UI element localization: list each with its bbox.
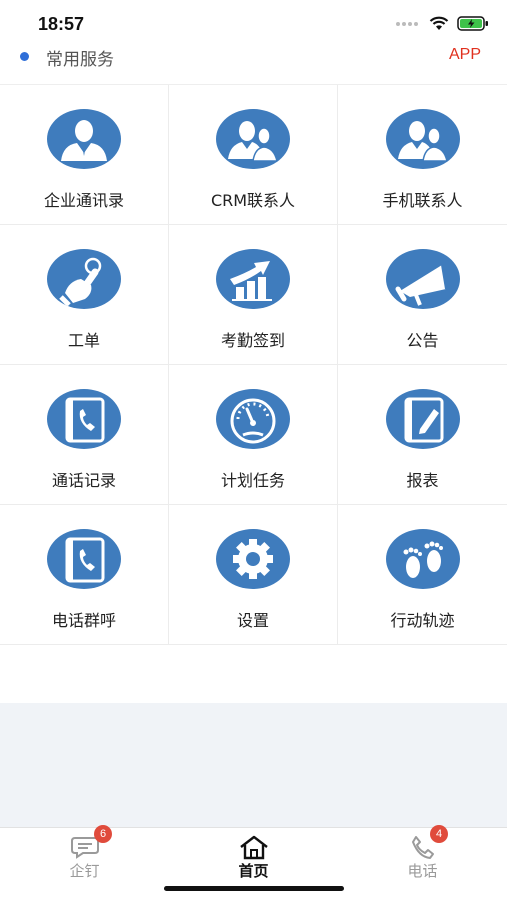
service-label: CRM联系人 xyxy=(210,191,296,210)
service-group-call[interactable]: 电话群呼 xyxy=(0,505,169,645)
person-icon xyxy=(47,109,121,169)
tab-label: 电话 xyxy=(407,862,438,880)
gear-icon xyxy=(216,529,290,589)
services-grid: 企业通讯录 CRM联系人 手机联系人 工单 考勤签到 公告 通话记录 计划任务 … xyxy=(0,84,507,646)
service-label: 行动轨迹 xyxy=(390,611,455,630)
service-enterprise-directory[interactable]: 企业通讯录 xyxy=(0,85,169,225)
signal-dots-icon xyxy=(396,21,418,26)
status-time: 18:57 xyxy=(38,14,85,34)
tab-label: 首页 xyxy=(238,862,269,880)
service-announcement[interactable]: 公告 xyxy=(338,225,507,365)
tab-label: 企钉 xyxy=(69,862,100,880)
section-dot xyxy=(20,52,29,61)
contacts-icon xyxy=(385,109,460,169)
home-indicator xyxy=(164,886,344,891)
service-label: 电话群呼 xyxy=(51,611,116,630)
service-settings[interactable]: 设置 xyxy=(169,505,338,645)
section-header: 常用服务 APP xyxy=(0,40,507,74)
home-icon xyxy=(239,835,268,860)
service-attendance[interactable]: 考勤签到 xyxy=(169,225,338,365)
service-label: 企业通讯录 xyxy=(43,191,124,210)
megaphone-icon xyxy=(385,249,460,309)
service-work-order[interactable]: 工单 xyxy=(0,225,169,365)
tab-qiding[interactable]: 6 企钉 xyxy=(0,825,169,900)
service-label: 公告 xyxy=(406,331,439,350)
service-label: 设置 xyxy=(236,611,269,630)
service-label: 计划任务 xyxy=(220,471,285,490)
service-planned-tasks[interactable]: 计划任务 xyxy=(169,365,338,505)
service-phone-contacts[interactable]: 手机联系人 xyxy=(338,85,507,225)
status-icons xyxy=(395,16,489,31)
service-label: 报表 xyxy=(406,471,439,490)
phone-book-icon xyxy=(47,529,121,589)
service-reports[interactable]: 报表 xyxy=(338,365,507,505)
service-crm-contacts[interactable]: CRM联系人 xyxy=(169,85,338,225)
section-title: 常用服务 xyxy=(46,50,114,70)
service-label: 手机联系人 xyxy=(382,191,463,210)
service-track[interactable]: 行动轨迹 xyxy=(338,505,507,645)
empty-area xyxy=(0,703,507,827)
service-call-log[interactable]: 通话记录 xyxy=(0,365,169,505)
unread-badge: 6 xyxy=(94,825,112,843)
wifi-icon xyxy=(429,16,449,30)
gauge-icon xyxy=(216,389,290,449)
service-label: 通话记录 xyxy=(51,471,116,490)
service-label: 考勤签到 xyxy=(220,331,285,350)
phone-book-icon xyxy=(47,389,121,449)
status-bar: 18:57 xyxy=(0,0,507,44)
hand-pointer-icon xyxy=(47,249,121,309)
edit-book-icon xyxy=(385,389,460,449)
app-link[interactable]: APP xyxy=(449,46,481,64)
contacts-icon xyxy=(216,109,290,169)
battery-charging-icon xyxy=(457,16,488,31)
missed-call-badge: 4 xyxy=(430,825,448,843)
footprints-icon xyxy=(385,529,460,589)
service-label: 工单 xyxy=(67,331,100,350)
tab-phone[interactable]: 4 电话 xyxy=(338,825,507,900)
rising-chart-icon xyxy=(216,249,290,309)
